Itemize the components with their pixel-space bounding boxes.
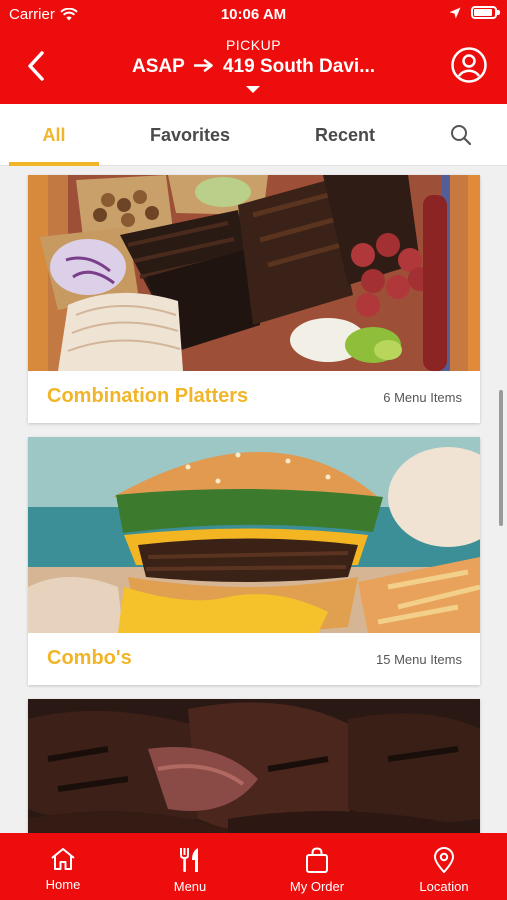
expand-caret-icon[interactable] [246,86,260,93]
category-card[interactable] [28,699,480,833]
pickup-time: ASAP [131,56,185,77]
profile-button[interactable] [451,47,487,83]
pickup-address: 419 South Davi... [222,56,376,77]
nav-menu[interactable]: Menu [127,833,253,900]
menu-item-count: 15 Menu Items [376,652,462,667]
nav-menu-label: Menu [173,879,207,894]
tab-recent[interactable]: Recent [290,104,400,166]
status-bar: Carrier 10:06 AM [0,0,507,28]
tab-favorites[interactable]: Favorites [130,104,250,166]
menu-item-count: 6 Menu Items [383,390,462,405]
tab-all[interactable]: All [9,104,99,166]
nav-location-label: Location [419,879,469,894]
nav-my-order[interactable]: My Order [254,833,380,900]
app-header: Carrier 10:06 AM PICKUP ASAP 419 South D… [0,0,507,104]
battery-icon [471,6,500,19]
clock: 10:06 AM [220,6,287,23]
location-arrow-icon [449,7,461,18]
category-footer: Combo's 15 Menu Items [28,633,480,685]
category-card[interactable]: Combination Platters 6 Menu Items [28,175,480,423]
arrow-right-icon [193,59,213,72]
pickup-mode-label: PICKUP [225,37,282,53]
shopping-bag-icon [306,847,328,873]
nav-home-label: Home [45,877,81,892]
status-right [449,6,500,19]
category-title: Combination Platters [47,385,249,407]
bottom-nav: Home Menu My Order Location [0,833,507,900]
map-pin-icon [433,847,455,873]
scrollbar[interactable] [499,390,503,526]
category-title: Combo's [47,647,132,669]
category-card[interactable]: Combo's 15 Menu Items [28,437,480,685]
category-image [28,175,480,371]
category-footer: Combination Platters 6 Menu Items [28,371,480,423]
category-list[interactable]: Combination Platters 6 Menu Items Combo'… [0,166,507,833]
pickup-destination[interactable]: ASAP 419 South Davi... [0,56,507,78]
search-icon[interactable] [448,122,474,148]
nav-my-order-label: My Order [289,879,345,894]
nav-home[interactable]: Home [0,833,126,900]
fork-knife-icon [180,848,198,872]
nav-location[interactable]: Location [381,833,507,900]
category-image [28,437,480,633]
home-icon [51,848,75,870]
category-image [28,699,480,833]
filter-tabs: All Favorites Recent [0,104,507,166]
